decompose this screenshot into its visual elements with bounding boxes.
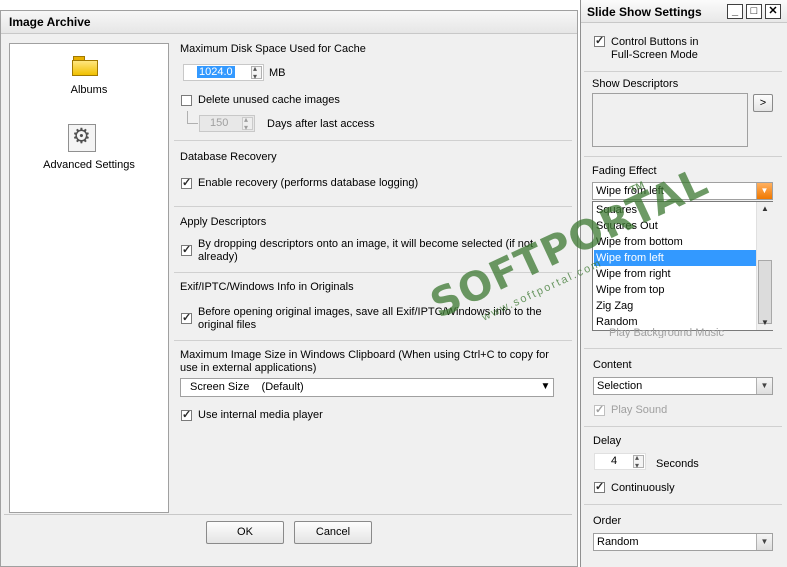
delay-input[interactable]: 4 bbox=[594, 453, 646, 470]
fading-effect-select[interactable]: Wipe from left ▼ bbox=[592, 182, 773, 200]
window-title: Image Archive bbox=[9, 15, 91, 29]
list-item[interactable]: Wipe from bottom bbox=[594, 234, 756, 250]
divider bbox=[174, 206, 572, 207]
cache-size-value: 1024.0 bbox=[197, 66, 235, 78]
days-input[interactable]: 150 bbox=[199, 115, 255, 132]
days-value: 150 bbox=[210, 117, 229, 129]
delay-title: Delay bbox=[593, 435, 622, 447]
delay-value: 4 bbox=[611, 455, 618, 467]
fading-effect-title: Fading Effect bbox=[592, 165, 657, 177]
gear-icon: ⚙ bbox=[68, 124, 96, 152]
minimize-icon[interactable]: _ bbox=[727, 4, 743, 19]
save-exif-label: Before opening original images, save all… bbox=[198, 306, 542, 331]
list-item[interactable]: Squares Out bbox=[594, 218, 756, 234]
ok-button[interactable]: OK bbox=[206, 521, 284, 544]
list-item[interactable]: Wipe from top bbox=[594, 282, 756, 298]
chevron-down-icon: ▼ bbox=[538, 379, 553, 395]
play-sound-checkbox[interactable] bbox=[594, 403, 605, 416]
sidebar-item-label: Albums bbox=[70, 84, 108, 96]
close-icon[interactable]: ✕ bbox=[765, 4, 781, 19]
continuously-label: Continuously bbox=[611, 482, 675, 494]
content-title: Content bbox=[593, 359, 632, 371]
scroll-down-icon[interactable]: ▼ bbox=[761, 318, 769, 327]
cache-unit-label: MB bbox=[269, 67, 286, 79]
save-exif-checkbox[interactable] bbox=[181, 311, 192, 324]
tree-connector bbox=[187, 111, 198, 124]
divider bbox=[4, 514, 572, 515]
order-select[interactable]: Random ▼ bbox=[593, 533, 773, 551]
database-section-title: Database Recovery bbox=[180, 151, 277, 163]
exif-section-title: Exif/IPTC/Windows Info in Originals bbox=[180, 281, 354, 293]
divider bbox=[174, 340, 572, 341]
divider bbox=[174, 272, 572, 273]
divider bbox=[584, 504, 782, 505]
cancel-button[interactable]: Cancel bbox=[294, 521, 372, 544]
days-label: Days after last access bbox=[267, 118, 375, 130]
delay-spinner[interactable] bbox=[633, 453, 644, 470]
delete-cache-label: Delete unused cache images bbox=[198, 94, 340, 106]
settings-sidebar: Albums ⚙ Advanced Settings bbox=[9, 43, 169, 513]
content-value: Selection bbox=[597, 380, 643, 392]
clipboard-section-title: Maximum Image Size in Windows Clipboard … bbox=[180, 349, 549, 374]
background-music-label: Play Background Music bbox=[609, 327, 724, 338]
list-item[interactable]: Wipe from right bbox=[594, 266, 756, 282]
apply-descriptors-label: By dropping descriptors onto an image, i… bbox=[198, 238, 534, 263]
content-select[interactable]: Selection ▼ bbox=[593, 377, 773, 395]
delete-cache-checkbox[interactable] bbox=[181, 95, 192, 106]
cache-section-title: Maximum Disk Space Used for Cache bbox=[180, 43, 366, 55]
order-value: Random bbox=[597, 536, 639, 548]
enable-recovery-checkbox[interactable] bbox=[181, 176, 192, 189]
window-title-bar[interactable]: Image Archive bbox=[1, 11, 577, 34]
enable-recovery-label: Enable recovery (performs database loggi… bbox=[198, 177, 419, 189]
sidebar-item-albums[interactable]: Albums bbox=[10, 52, 168, 102]
scroll-up-icon[interactable]: ▲ bbox=[761, 204, 769, 213]
divider bbox=[584, 348, 782, 349]
control-buttons-checkbox[interactable] bbox=[594, 34, 605, 47]
descriptors-box[interactable] bbox=[592, 93, 748, 147]
list-item[interactable]: Squares bbox=[594, 202, 756, 218]
window-title-bar[interactable]: Slide Show Settings _ □ ✕ bbox=[581, 0, 787, 23]
window-title: Slide Show Settings bbox=[587, 5, 702, 19]
maximize-icon[interactable]: □ bbox=[746, 4, 762, 19]
chevron-down-icon: ▼ bbox=[756, 378, 772, 394]
control-buttons-label: Control Buttons in Full-Screen Mode bbox=[611, 36, 699, 61]
folder-icon bbox=[72, 56, 98, 76]
sidebar-item-advanced-settings[interactable]: ⚙ Advanced Settings bbox=[10, 122, 168, 177]
cache-size-spinner[interactable] bbox=[251, 64, 262, 81]
continuously-checkbox[interactable] bbox=[594, 480, 605, 493]
chevron-down-icon[interactable]: ▼ bbox=[756, 183, 772, 199]
divider bbox=[584, 156, 782, 157]
clipboard-size-value: Screen Size (Default) bbox=[190, 381, 304, 393]
divider bbox=[584, 71, 782, 72]
fading-effect-dropdown-list: Squares Squares Out Wipe from bottom Wip… bbox=[592, 201, 773, 331]
internal-media-player-label: Use internal media player bbox=[198, 409, 323, 421]
scrollbar-thumb[interactable] bbox=[758, 260, 772, 324]
show-descriptors-title: Show Descriptors bbox=[592, 78, 679, 90]
add-descriptor-button[interactable]: > bbox=[753, 94, 773, 112]
clipboard-size-select[interactable]: Screen Size (Default) ▼ bbox=[180, 378, 554, 397]
days-spinner[interactable] bbox=[242, 115, 253, 132]
descriptors-section-title: Apply Descriptors bbox=[180, 216, 267, 228]
internal-media-player-checkbox[interactable] bbox=[181, 408, 192, 421]
divider bbox=[174, 140, 572, 141]
delay-unit-label: Seconds bbox=[656, 458, 699, 470]
apply-descriptors-checkbox[interactable] bbox=[181, 243, 192, 256]
list-item[interactable]: Zig Zag bbox=[594, 298, 756, 314]
order-title: Order bbox=[593, 515, 622, 527]
chevron-down-icon: ▼ bbox=[756, 534, 772, 550]
list-item-selected[interactable]: Wipe from left bbox=[594, 250, 756, 266]
fading-effect-value: Wipe from left bbox=[596, 185, 664, 197]
sidebar-item-label: Advanced Settings bbox=[43, 159, 135, 171]
list-scrollbar[interactable]: ▲ ▼ bbox=[756, 202, 773, 330]
play-sound-label: Play Sound bbox=[611, 404, 668, 416]
divider bbox=[584, 426, 782, 427]
cache-size-input[interactable]: 1024.0 bbox=[183, 64, 264, 81]
